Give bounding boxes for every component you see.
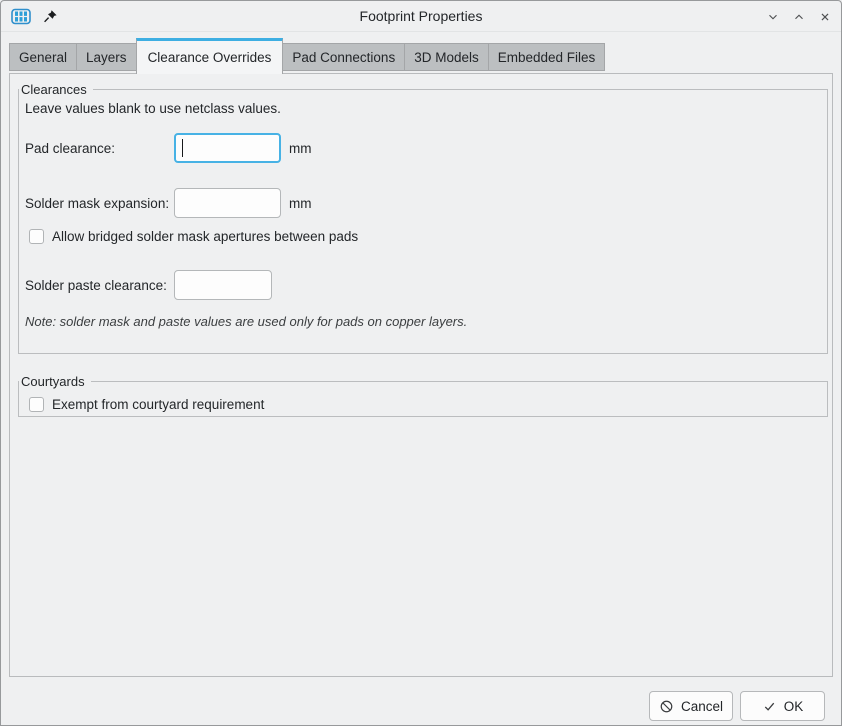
close-button close-icon[interactable] [817, 9, 833, 25]
tab-embedded-files[interactable]: Embedded Files [488, 43, 606, 71]
netclass-hint-text: Leave values blank to use netclass value… [25, 101, 281, 116]
exempt-courtyard-row: Exempt from courtyard requirement [29, 394, 264, 414]
footprint-properties-dialog: Footprint Properties General Layers Clea… [0, 0, 842, 726]
ok-button[interactable]: OK [740, 691, 825, 721]
maximize-button chevron-up-icon[interactable] [791, 9, 807, 25]
tab-pad-connections[interactable]: Pad Connections [282, 43, 405, 71]
copper-layers-note: Note: solder mask and paste values are u… [25, 314, 467, 329]
pad-clearance-row: Pad clearance: mm [25, 133, 312, 163]
clearances-group: Clearances Leave values blank to use net… [18, 89, 828, 354]
solder-mask-expansion-row: Solder mask expansion: mm [25, 188, 312, 218]
checkmark-icon [762, 699, 777, 714]
allow-bridged-row: Allow bridged solder mask apertures betw… [29, 226, 358, 246]
window-title: Footprint Properties [1, 8, 841, 24]
allow-bridged-checkbox[interactable] [29, 229, 44, 244]
solder-paste-clearance-row: Solder paste clearance: [25, 270, 272, 300]
tab-bar: General Layers Clearance Overrides Pad C… [9, 38, 604, 74]
courtyards-group-label: Courtyards [19, 374, 91, 389]
slashed-circle-icon [659, 699, 674, 714]
tab-general[interactable]: General [9, 43, 77, 71]
exempt-courtyard-checkbox[interactable] [29, 397, 44, 412]
pad-clearance-label: Pad clearance: [25, 141, 174, 156]
window-controls [765, 1, 833, 32]
minimize-button chevron-down-icon[interactable] [765, 9, 781, 25]
exempt-courtyard-label[interactable]: Exempt from courtyard requirement [52, 397, 264, 412]
tab-3d-models[interactable]: 3D Models [404, 43, 489, 71]
titlebar[interactable]: Footprint Properties [1, 1, 841, 32]
text-caret [182, 139, 183, 157]
pad-clearance-input[interactable] [174, 133, 281, 163]
cancel-button-label: Cancel [681, 699, 723, 714]
clearances-group-label: Clearances [19, 82, 93, 97]
pin-icon[interactable] [43, 9, 58, 24]
cancel-button[interactable]: Cancel [649, 691, 733, 721]
courtyards-group: Courtyards Exempt from courtyard require… [18, 381, 828, 417]
tab-layers[interactable]: Layers [76, 43, 137, 71]
solder-mask-expansion-label: Solder mask expansion: [25, 196, 174, 211]
ok-button-label: OK [784, 699, 804, 714]
solder-mask-expansion-unit: mm [289, 196, 312, 211]
solder-paste-clearance-input[interactable] [174, 270, 272, 300]
pad-clearance-unit: mm [289, 141, 312, 156]
solder-paste-clearance-label: Solder paste clearance: [25, 278, 174, 293]
footprint-icon [11, 8, 31, 25]
tab-clearance-overrides[interactable]: Clearance Overrides [136, 38, 284, 74]
solder-mask-expansion-input[interactable] [174, 188, 281, 218]
tab-content-panel: Clearances Leave values blank to use net… [9, 73, 833, 677]
allow-bridged-label[interactable]: Allow bridged solder mask apertures betw… [52, 229, 358, 244]
